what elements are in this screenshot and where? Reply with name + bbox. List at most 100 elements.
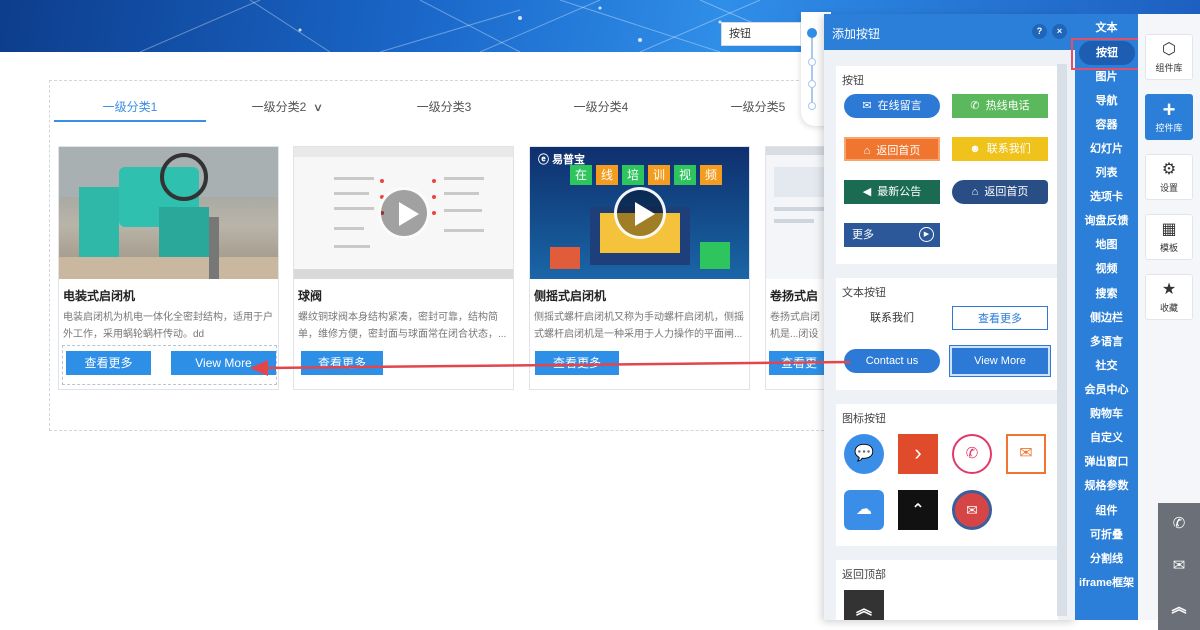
online-message-button[interactable]: ✉ 在线留言 [844,94,940,118]
product-image [59,147,278,279]
close-icon[interactable]: × [1052,24,1067,39]
rail-item-widget[interactable]: 组件 [1075,499,1138,523]
product-card[interactable]: ⓔ 易普宝 在线培训视频 侧摇式启闭机 侧摇式螺杆启闭机又称为手动螺杆启闭机，侧… [529,146,750,390]
back-to-top-section: 返回顶部 ︽ [836,560,1058,620]
rail-item-divider[interactable]: 分割线 [1075,547,1138,571]
see-more-button[interactable]: 查看更多 [301,351,383,375]
rail-item-nav[interactable]: 导航 [1075,89,1138,113]
chevron-right-icon[interactable]: › [898,434,938,474]
product-video-thumbnail[interactable] [294,147,513,279]
see-more-text-button[interactable]: 查看更多 [952,306,1048,330]
product-card[interactable]: 卷扬式启 卷扬式启闭机是...闭设备。快速... 查看更 [765,146,827,390]
tab-label: 一级分类2 [251,100,307,114]
slider-step[interactable] [808,102,816,110]
component-category-rail: 文本 按钮 图片 导航 容器 幻灯片 列表 选项卡 询盘反馈 地图 视频 搜索 … [1075,14,1138,620]
favorites-tool[interactable]: ★ 收藏 [1145,274,1193,320]
product-video-thumbnail[interactable]: ⓔ 易普宝 在线培训视频 [530,147,749,279]
rail-item-language[interactable]: 多语言 [1075,330,1138,354]
tab-category-4[interactable]: 一级分类4 [525,96,677,122]
rail-item-search[interactable]: 搜索 [1075,282,1138,306]
rail-item-map[interactable]: 地图 [1075,233,1138,257]
play-circle-icon: ▶ [919,227,934,242]
product-title[interactable]: 球阀 [298,287,322,304]
contact-button-yellow[interactable]: ☻ 联系我们 [952,137,1048,161]
chevron-up-icon[interactable]: ⌃ [898,490,938,530]
rail-item-list[interactable]: 列表 [1075,161,1138,185]
slider-step[interactable] [808,80,816,88]
rail-item-slideshow[interactable]: 幻灯片 [1075,137,1138,161]
more-button[interactable]: 更多 ▶ [844,223,940,247]
rail-item-inquiry[interactable]: 询盘反馈 [1075,209,1138,233]
templates-tool[interactable]: ▦ 模板 [1145,214,1193,260]
chat-bubble-icon[interactable]: 💬 [844,434,884,474]
rail-item-iframe[interactable]: iframe框架 [1075,571,1138,595]
component-library-tool[interactable]: ⬡ 组件库 [1145,34,1193,80]
contact-text-button[interactable]: 联系我们 [844,306,940,330]
rail-item-custom[interactable]: 自定义 [1075,426,1138,450]
product-title[interactable]: 侧摇式启闭机 [534,287,606,304]
view-more-text-button[interactable]: View More [949,345,1051,377]
product-title[interactable]: 卷扬式启 [770,287,818,304]
hotline-button[interactable]: ✆ 热线电话 [952,94,1048,118]
phone-icon[interactable]: ✆ [952,434,992,474]
slider-step[interactable] [808,58,816,66]
play-icon[interactable] [378,187,430,239]
component-name-input[interactable]: 按钮 [721,22,801,46]
grid-icon: ▦ [1161,221,1177,238]
megaphone-icon: ◀ [862,186,872,198]
rail-item-text[interactable]: 文本 [1075,16,1138,40]
category-tabs: 一级分类1 一级分类2 ∨ 一级分类3 一级分类4 一级分类5 [54,96,824,122]
rail-item-container[interactable]: 容器 [1075,113,1138,137]
tab-category-3[interactable]: 一级分类3 [368,96,520,122]
product-card[interactable]: 电装式启闭机 电装启闭机为机电一体化全密封结构，适用于户外工作，采用蜗轮蜗杆传动… [58,146,279,390]
button-label: 联系我们 [986,143,1031,155]
cloud-download-icon[interactable]: ☁ [844,490,884,530]
rail-item-collapsible[interactable]: 可折叠 [1075,523,1138,547]
notice-button[interactable]: ◀ 最新公告 [844,180,940,204]
phone-icon[interactable]: ✆ [1158,503,1200,545]
slider-handle[interactable] [807,28,817,38]
section-title: 文本按钮 [842,287,886,299]
rail-item-specs[interactable]: 规格参数 [1075,474,1138,498]
tool-label: 控件库 [1155,123,1183,133]
control-library-tool[interactable]: + 控件库 [1145,94,1193,140]
add-button-panel: 添加按钮 ? × 按钮 ✉ 在线留言 ✆ 热线电话 ⌂ 返回首页 ☻ 联系我们 ◀ 最新公… [824,14,1076,620]
panel-title: 添加按钮 [832,27,881,41]
slider-track[interactable] [811,32,813,110]
contact-us-text-button[interactable]: Contact us [844,349,940,373]
envelope-badge-icon[interactable]: ✉ [952,490,992,530]
see-more-button[interactable]: 查看更多 [535,351,619,375]
panel-scrollbar[interactable] [1057,64,1067,616]
tool-label: 模板 [1159,243,1178,253]
rail-item-member[interactable]: 会员中心 [1075,378,1138,402]
rail-item-social[interactable]: 社交 [1075,354,1138,378]
tab-category-2[interactable]: 一级分类2 ∨ [211,96,363,122]
text-buttons-section: 文本按钮 联系我们 查看更多 Contact us View More [836,278,1058,390]
home-button-orange[interactable]: ⌂ 返回首页 [844,137,940,161]
play-icon[interactable] [614,187,666,239]
rail-item-cart[interactable]: 购物车 [1075,402,1138,426]
double-chevron-up-icon[interactable]: ︽ [844,590,884,620]
star-icon: ★ [1161,281,1177,298]
tab-category-1[interactable]: 一级分类1 [54,96,206,122]
floating-contact-bar: ✆ ✉ ︽ [1158,503,1200,630]
tab-label: 一级分类4 [573,100,629,114]
mail-icon[interactable]: ✉ [1158,545,1200,587]
mail-icon[interactable]: ✉ [1006,434,1046,474]
section-title: 返回顶部 [842,569,886,581]
see-more-button[interactable]: 查看更 [769,351,826,375]
view-more-button[interactable]: View More [171,351,276,375]
product-card[interactable]: 球阀 螺纹铜球阀本身结构紧凑，密封可靠，结构简单，维修方便，密封面与球面常在闭合… [293,146,514,390]
rail-item-popup[interactable]: 弹出窗口 [1075,450,1138,474]
chevron-down-icon: ∨ [313,102,324,114]
rail-item-video[interactable]: 视频 [1075,257,1138,281]
help-icon[interactable]: ? [1032,24,1047,39]
home-button-navy[interactable]: ⌂ 返回首页 [952,180,1048,204]
settings-tool[interactable]: ⚙ 设置 [1145,154,1193,200]
double-chevron-up-icon[interactable]: ︽ [1158,587,1200,629]
rail-item-sidebar[interactable]: 侧边栏 [1075,306,1138,330]
tool-label: 收藏 [1159,303,1178,313]
rail-item-tabs[interactable]: 选项卡 [1075,185,1138,209]
product-title[interactable]: 电装式启闭机 [63,287,135,304]
see-more-button[interactable]: 查看更多 [66,351,151,375]
